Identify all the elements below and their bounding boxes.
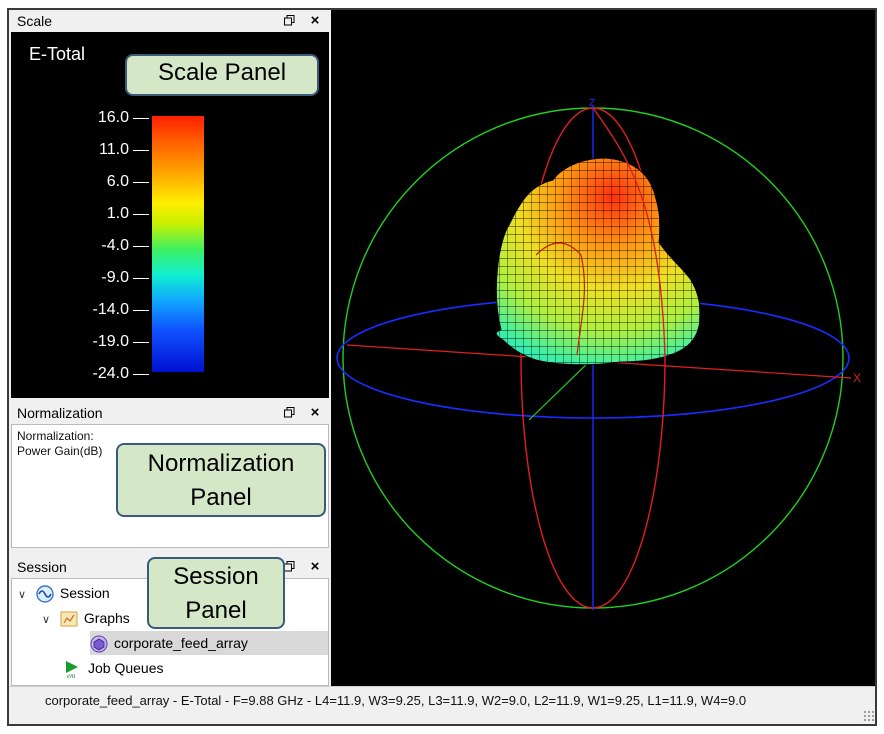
scale-tick-label: 16.0 (51, 110, 151, 126)
callout-text: Panel (190, 484, 252, 511)
float-window-icon[interactable] (283, 10, 295, 32)
callout-text: Session (173, 563, 259, 590)
color-bar (152, 116, 204, 372)
scale-pane-header: Scale × (11, 10, 329, 32)
tree-item-label: Graphs (83, 610, 130, 626)
tree-item-job-queues[interactable]: em Job Queues (64, 656, 164, 680)
status-text: corporate_feed_array - E-Total - F=9.88 … (45, 693, 747, 708)
3d-viewport[interactable]: X Z (331, 10, 877, 686)
scale-tick-label: -19.0 (51, 334, 151, 350)
scale-quantity-label: E-Total (29, 44, 86, 64)
job-queue-icon: em (66, 661, 78, 678)
tree-item-session[interactable]: ∨ Session (18, 581, 110, 605)
float-window-icon[interactable] (283, 402, 295, 424)
x-axis-label: X (853, 371, 861, 385)
scale-tick-label: -24.0 (51, 366, 151, 382)
tree-item-label: corporate_feed_array (114, 635, 248, 651)
tree-item-corporate-feed-array[interactable]: corporate_feed_array (90, 631, 328, 655)
normalization-label: Normalization: (17, 429, 94, 443)
radiation-lobe (496, 158, 701, 365)
callout-text: Scale Panel (157, 59, 287, 86)
tree-item-graphs[interactable]: ∨ Graphs (42, 606, 130, 630)
tree-item-label: Job Queues (88, 660, 164, 676)
resize-grip-icon[interactable] (863, 710, 875, 722)
graphs-folder-icon (60, 611, 78, 627)
callout-text: Panel (185, 597, 247, 624)
close-icon[interactable]: × (309, 556, 321, 578)
app-window: Scale × E-Total 16.0 11.0 6.0 1.0 -4.0 -9.0 -1… (7, 8, 877, 726)
scale-tick-label: 1.0 (51, 206, 151, 222)
chevron-down-icon[interactable]: ∨ (18, 583, 32, 607)
3d-plot-icon (90, 635, 108, 653)
scale-tick-label: -14.0 (51, 302, 151, 318)
svg-text:em: em (67, 672, 75, 678)
y-axis (528, 357, 594, 421)
scale-tick-label: 6.0 (51, 174, 151, 190)
scale-tick-label: -4.0 (51, 238, 151, 254)
callout-scale-panel: Scale Panel (125, 54, 319, 96)
close-icon[interactable]: × (309, 10, 321, 32)
close-icon[interactable]: × (309, 402, 321, 424)
scale-tick-label: -9.0 (51, 270, 151, 286)
session-icon (36, 585, 54, 603)
normalization-pane-header: Normalization × (11, 402, 329, 424)
z-axis-label: Z (589, 98, 595, 109)
chevron-down-icon[interactable]: ∨ (42, 608, 56, 632)
status-bar: corporate_feed_array - E-Total - F=9.88 … (9, 686, 875, 724)
callout-text: Normalization (147, 450, 295, 477)
radiation-pattern-view[interactable]: X Z (331, 10, 877, 686)
scale-pane-title: Scale (17, 13, 53, 29)
scale-tick-label: 11.0 (51, 142, 151, 158)
tree-item-label: Session (59, 585, 110, 601)
session-pane-title: Session (17, 559, 67, 575)
normalization-pane-title: Normalization (17, 405, 103, 421)
callout-session-panel: Session Panel (147, 557, 285, 629)
callout-normalization-panel: Normalization Panel (116, 443, 326, 517)
